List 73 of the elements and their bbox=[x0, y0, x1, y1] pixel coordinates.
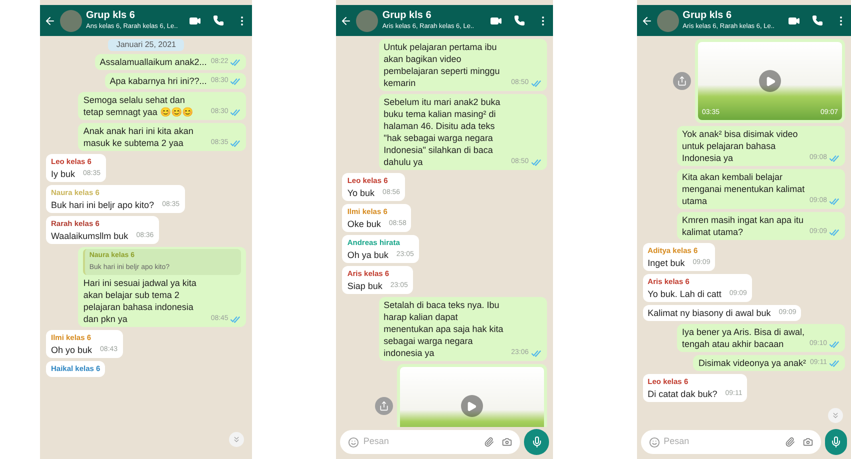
forward-button[interactable] bbox=[374, 397, 393, 415]
message-text: Disimak videonya ya anak² bbox=[698, 357, 806, 369]
play-icon bbox=[764, 76, 776, 86]
attach-icon[interactable] bbox=[784, 437, 795, 447]
double-check-icon bbox=[230, 140, 242, 146]
double-check-icon bbox=[829, 154, 840, 162]
video-call-icon[interactable] bbox=[189, 14, 202, 26]
message-text: Kmren masih ingat kan apa itu kalimat utama? bbox=[682, 214, 805, 238]
message-text: Kita akan kembali belajar menganai menentukan kalimat utama bbox=[682, 171, 806, 207]
double-check-icon bbox=[829, 198, 840, 204]
message-text: Di catat dak buk? bbox=[648, 388, 718, 400]
message-text: Yok anak² bisa disimak video untuk pelajaran bahasa Indonesia ya bbox=[682, 128, 799, 164]
message-text: Iy buk bbox=[51, 168, 76, 180]
date-chip: Januari 25, 2021 bbox=[108, 39, 184, 51]
message-text: Assalamuallaikum anak2... bbox=[100, 56, 207, 68]
back-icon[interactable] bbox=[640, 14, 653, 26]
message-text: Oh yo buk bbox=[51, 344, 92, 356]
message-text: Setalah di baca teks nya. Ibu harap kalian dapat menentukan apa saja hak kita sebagai warga negara indonesia ya bbox=[384, 299, 504, 359]
message-text: Siap buk bbox=[347, 280, 382, 292]
play-button[interactable] bbox=[460, 395, 483, 417]
chevrons-down-icon bbox=[831, 411, 840, 420]
message-text: Inget buk bbox=[648, 257, 685, 269]
message-text: Iya bener ya Aris. Bisa di awal, tengah atau akhir bacaan bbox=[682, 326, 806, 350]
group-title: Grup kls 6 bbox=[382, 10, 432, 23]
message-text: Anak anak hari ini kita akan masuk ke subtema 2 yaa bbox=[83, 125, 194, 149]
back-icon[interactable] bbox=[340, 14, 352, 26]
emoji-icon[interactable] bbox=[348, 436, 360, 448]
double-check-icon bbox=[829, 360, 840, 366]
message-text: Hari ini sesuai jadwal ya kita akan belajar sub tema 2 pelajaran bahasa indonesia dan pkn ya bbox=[83, 277, 198, 325]
message-text: Waalaikumsllm buk bbox=[51, 230, 128, 242]
double-check-icon bbox=[230, 108, 242, 116]
message-input-text[interactable]: Pesan bbox=[664, 435, 781, 449]
message-text: Oh ya buk bbox=[347, 249, 388, 261]
message-text: Oke buk bbox=[347, 218, 381, 230]
message-text: Untuk pelajaran pertama ibu akan bagikan video pembelajaran seperti minggu kemarin bbox=[384, 41, 501, 89]
message-input[interactable]: Pesan bbox=[640, 430, 821, 454]
forward-button[interactable] bbox=[673, 72, 691, 90]
message-text: Sebelum itu mari anak2 buka buku tema kalian masing² di halaman 46. Disitu ada teks "hak sebagai warga negara Indonesia" silahkan di baca dahulu ya bbox=[384, 96, 502, 168]
double-check-icon bbox=[530, 158, 542, 166]
chevrons-down-icon bbox=[232, 435, 242, 444]
emoji-icon[interactable] bbox=[648, 436, 660, 448]
message-text: Apa kabarnya hri ini??... bbox=[110, 75, 207, 87]
phone-call-icon[interactable] bbox=[514, 15, 525, 26]
mic-button[interactable] bbox=[524, 429, 549, 455]
message-text: Yo buk. Lah di catt bbox=[648, 288, 722, 300]
double-check-icon bbox=[230, 78, 242, 84]
play-button[interactable] bbox=[759, 70, 781, 92]
double-check-icon bbox=[230, 58, 242, 66]
phone-call-icon[interactable] bbox=[213, 15, 224, 26]
camera-icon[interactable] bbox=[502, 437, 512, 447]
double-check-icon bbox=[829, 340, 840, 348]
double-check-icon bbox=[530, 350, 542, 356]
play-icon bbox=[466, 400, 478, 412]
message-text: Buk hari ini beljr apo kito? bbox=[51, 199, 154, 211]
group-title: Grup kls 6 bbox=[86, 10, 136, 23]
double-check-icon bbox=[530, 80, 542, 86]
video-call-icon[interactable] bbox=[490, 14, 502, 26]
phone-call-icon[interactable] bbox=[812, 15, 823, 26]
message-text: Yo buk bbox=[347, 187, 375, 199]
microphone-icon bbox=[530, 436, 542, 448]
double-check-icon bbox=[829, 228, 840, 236]
video-call-icon[interactable] bbox=[788, 14, 800, 26]
mic-button[interactable] bbox=[824, 429, 847, 455]
group-title: Grup kls 6 bbox=[682, 10, 733, 23]
message-input-text[interactable]: Pesan bbox=[363, 435, 480, 449]
double-check-icon bbox=[230, 316, 242, 322]
camera-icon[interactable] bbox=[802, 437, 813, 447]
back-icon[interactable] bbox=[44, 14, 56, 26]
message-input[interactable]: Pesan bbox=[340, 430, 520, 454]
microphone-icon bbox=[830, 436, 842, 448]
message-text: Kalimat ny biasony di awal buk bbox=[648, 307, 771, 319]
message-text: Semoga selalu sehat dan tetap semnagt yaa 😊😊😊 bbox=[83, 94, 194, 118]
attach-icon[interactable] bbox=[484, 437, 494, 447]
